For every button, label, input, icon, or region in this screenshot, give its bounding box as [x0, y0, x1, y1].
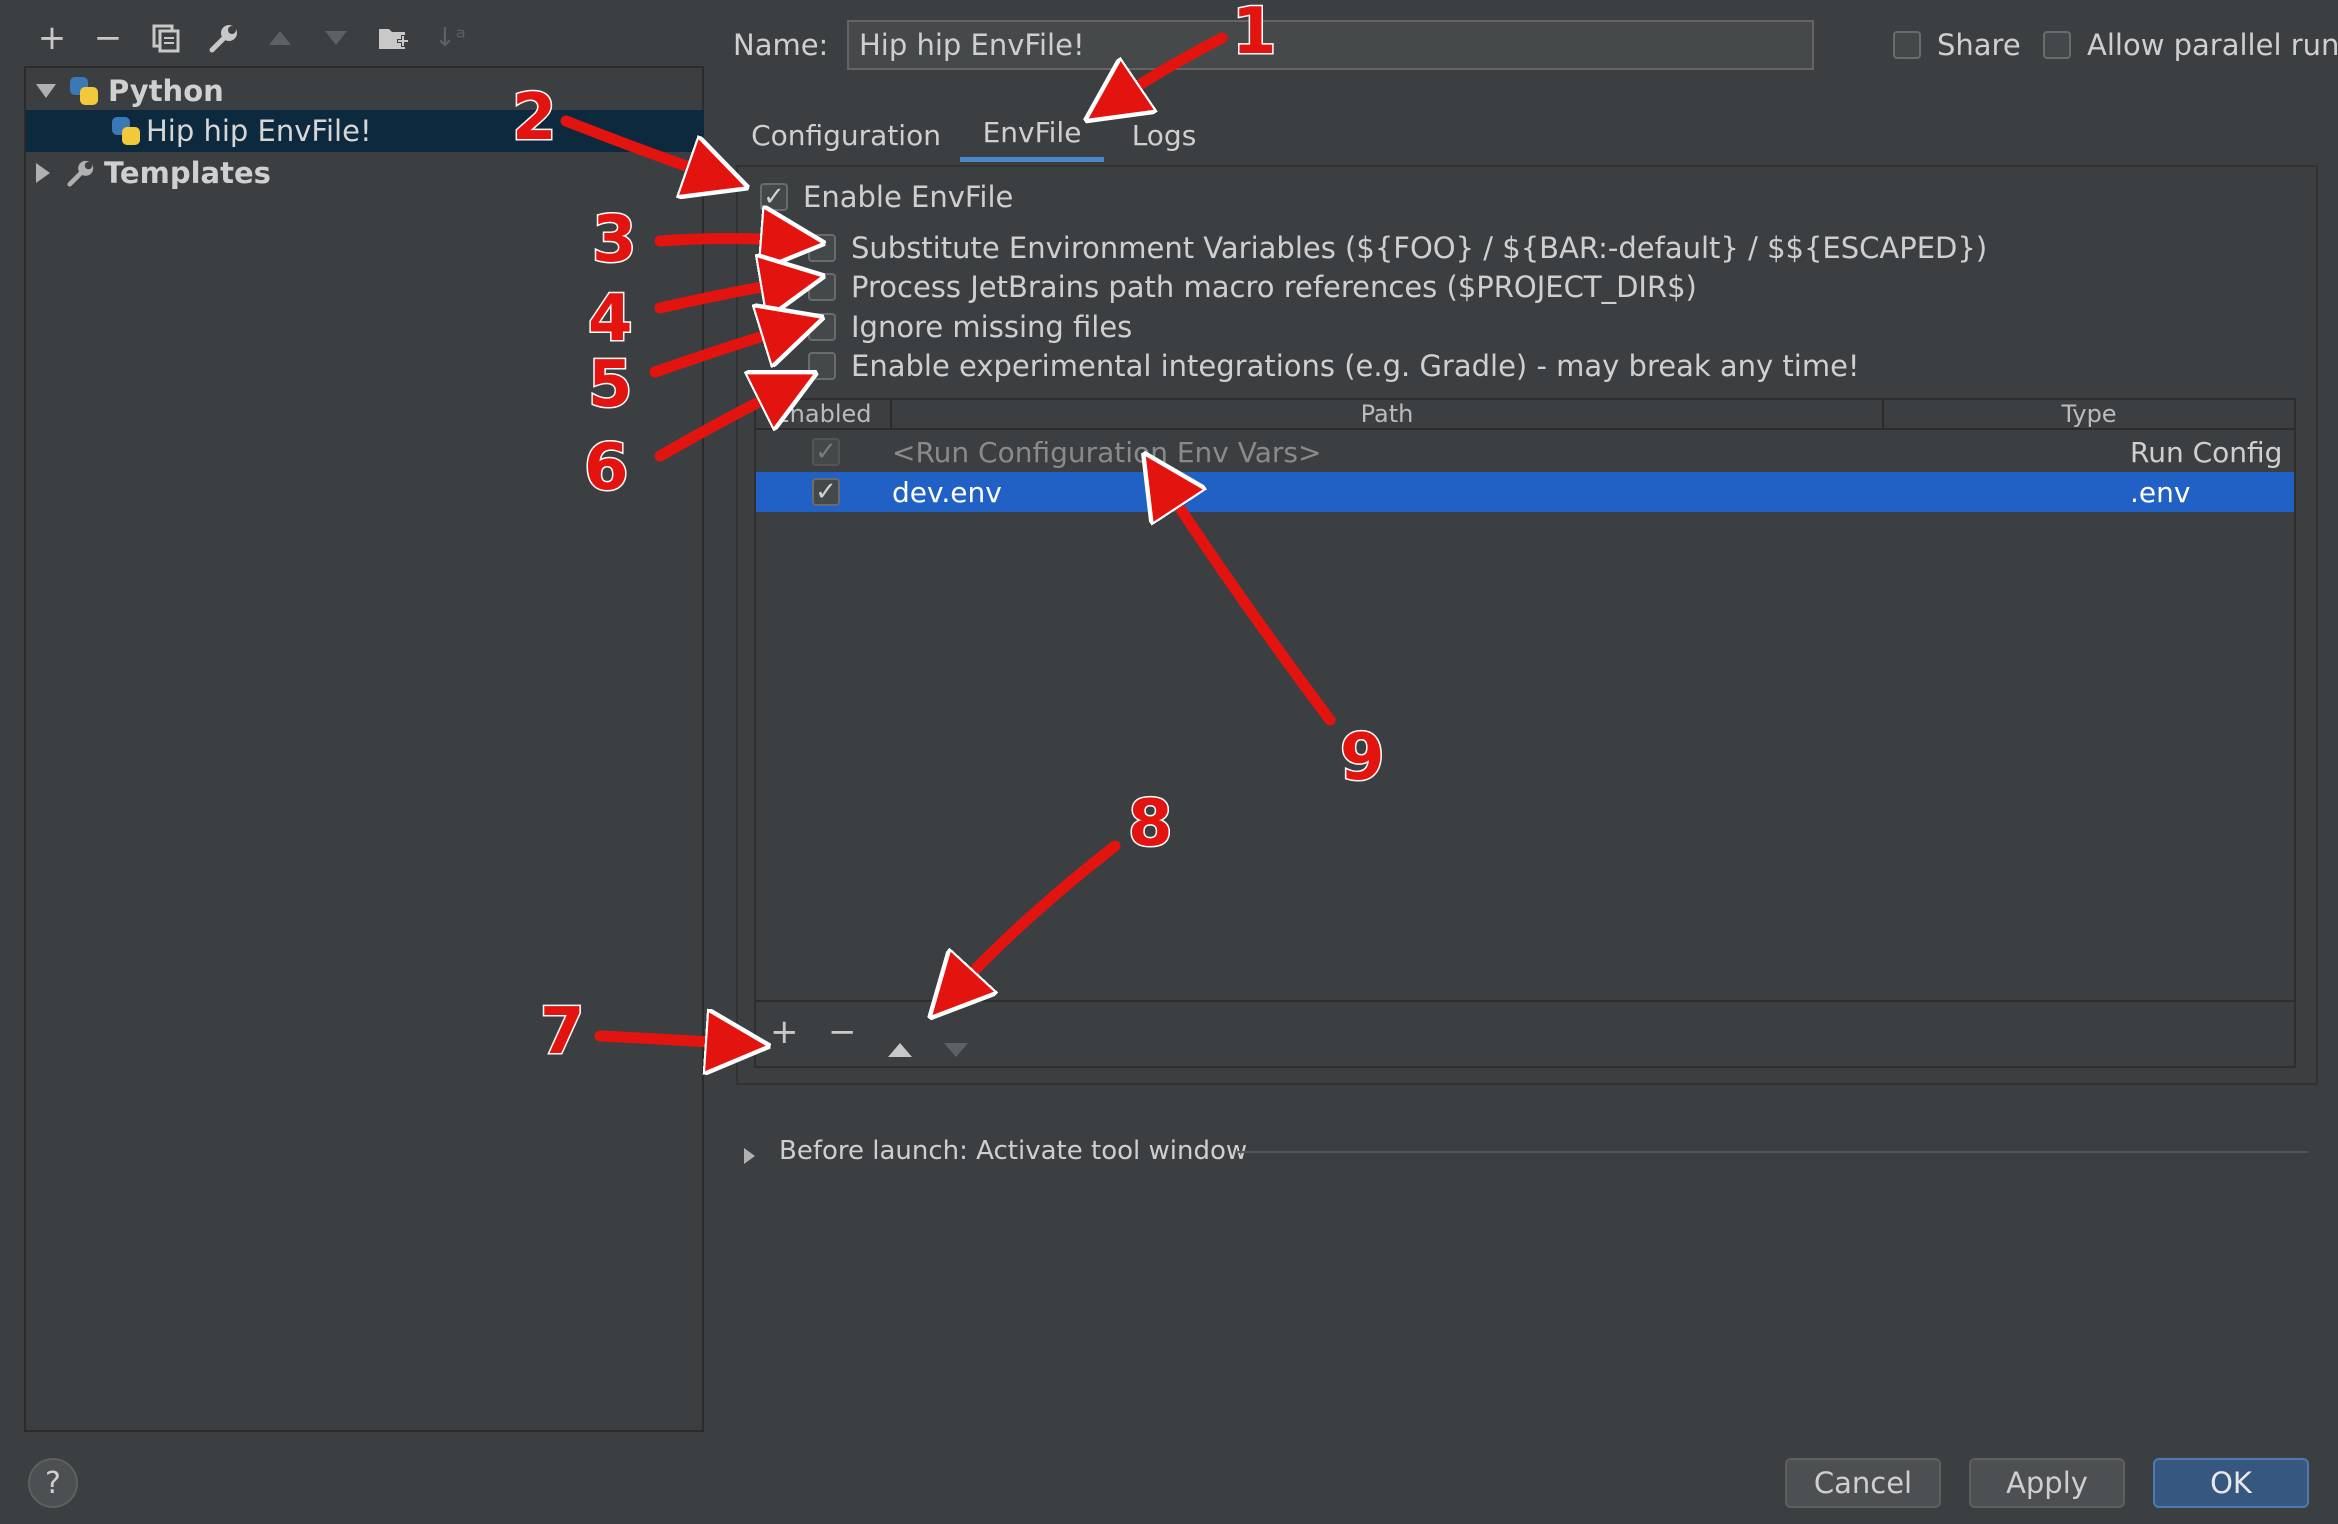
envfile-table: Enabled Path Type ✓ <Run Configuration E… [754, 398, 2296, 1068]
add-config-icon[interactable]: + [32, 18, 72, 58]
add-file-icon[interactable]: + [770, 1012, 799, 1052]
tree-node-python[interactable]: Python [36, 70, 224, 112]
row-enabled-checkbox[interactable]: ✓ [812, 478, 840, 506]
tab-logs[interactable]: Logs [1124, 108, 1204, 162]
tree-label-config: Hip hip EnvFile! [146, 114, 372, 148]
annotation-1: 1 [1231, 0, 1279, 69]
move-down-icon[interactable] [942, 1028, 970, 1068]
python-icon [112, 117, 140, 145]
tab-envfile[interactable]: EnvFile [960, 108, 1104, 162]
copy-icon[interactable] [146, 18, 186, 58]
row-path: dev.env [892, 475, 1002, 509]
wrench-icon [66, 158, 96, 188]
process-macro-label: Process JetBrains path macro references … [851, 270, 1697, 304]
chevron-down-icon[interactable] [36, 84, 56, 98]
folder-add-icon[interactable] [374, 18, 414, 58]
remove-config-icon[interactable]: − [88, 18, 128, 58]
apply-button[interactable]: Apply [1969, 1458, 2125, 1508]
tree-node-config[interactable]: Hip hip EnvFile! [26, 110, 704, 152]
expand-before-launch-icon[interactable] [744, 1140, 755, 1171]
enable-envfile-checkbox[interactable]: ✓ [760, 183, 788, 211]
substitute-vars-checkbox[interactable] [808, 234, 836, 262]
annotation-4: 4 [587, 282, 635, 356]
tree-label-python: Python [108, 74, 224, 108]
remove-file-icon[interactable]: − [828, 1012, 857, 1052]
ignore-missing-label: Ignore missing files [851, 310, 1133, 344]
sort-icon[interactable]: ↓ᵃ [430, 18, 470, 58]
share-label: Share [1937, 28, 2021, 62]
row-path: <Run Configuration Env Vars> [892, 435, 1322, 469]
annotation-3: 3 [591, 203, 639, 277]
annotation-9: 9 [1339, 721, 1387, 795]
cancel-button[interactable]: Cancel [1785, 1458, 1941, 1508]
tree-node-templates[interactable]: Templates [36, 152, 271, 194]
column-header-enabled[interactable]: Enabled [756, 400, 892, 430]
annotation-7: 7 [539, 995, 587, 1069]
name-input[interactable] [847, 20, 1814, 70]
ok-button[interactable]: OK [2153, 1458, 2309, 1508]
column-header-type[interactable]: Type [1884, 400, 2294, 430]
name-label: Name: [733, 28, 829, 62]
column-header-path[interactable]: Path [892, 400, 1884, 430]
tree-label-templates: Templates [104, 156, 271, 190]
share-checkbox[interactable] [1893, 31, 1921, 59]
move-up-icon[interactable] [886, 1028, 914, 1068]
table-toolbar-divider [756, 1000, 2294, 1002]
move-up-icon[interactable] [260, 18, 300, 58]
chevron-right-icon[interactable] [36, 163, 50, 183]
ignore-missing-checkbox[interactable] [808, 313, 836, 341]
enable-envfile-label: Enable EnvFile [803, 180, 1014, 214]
wrench-icon[interactable] [204, 18, 244, 58]
experimental-label: Enable experimental integrations (e.g. G… [851, 349, 1860, 383]
python-icon [70, 77, 98, 105]
row-type: .env [2130, 475, 2191, 509]
move-down-icon[interactable] [316, 18, 356, 58]
before-launch-label[interactable]: Before launch: Activate tool window [779, 1136, 1247, 1166]
row-type: Run Config [2130, 435, 2283, 469]
help-button[interactable]: ? [28, 1458, 78, 1508]
table-row[interactable]: ✓ <Run Configuration Env Vars> Run Confi… [756, 432, 2294, 472]
annotation-6: 6 [583, 431, 631, 505]
experimental-checkbox[interactable] [808, 352, 836, 380]
before-launch-divider [1236, 1151, 2308, 1153]
substitute-vars-label: Substitute Environment Variables (${FOO}… [851, 231, 1988, 265]
parallel-run-checkbox[interactable] [2043, 31, 2071, 59]
tab-configuration[interactable]: Configuration [751, 108, 941, 162]
table-row[interactable]: ✓ dev.env .env [756, 472, 2294, 512]
row-enabled-checkbox[interactable]: ✓ [812, 438, 840, 466]
annotation-2: 2 [511, 81, 559, 155]
parallel-run-label: Allow parallel run [2087, 28, 2338, 62]
process-macro-checkbox[interactable] [808, 273, 836, 301]
annotation-8: 8 [1127, 787, 1175, 861]
annotation-5: 5 [587, 348, 635, 422]
